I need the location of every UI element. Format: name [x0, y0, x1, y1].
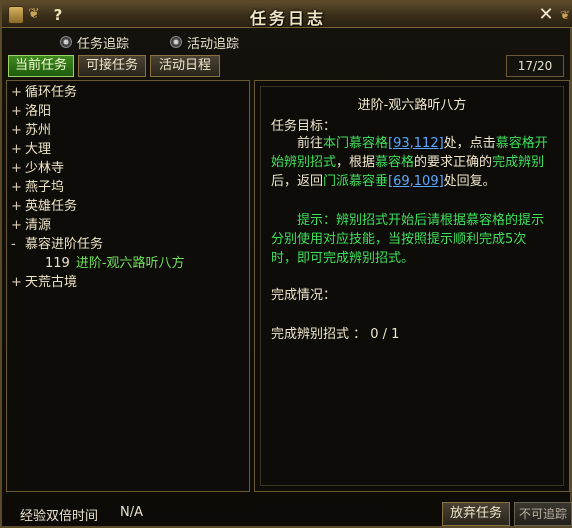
tree-item[interactable]: + 燕子坞: [11, 178, 64, 197]
tree-item-label: 洛阳: [25, 104, 52, 119]
tree-item[interactable]: - 慕容进阶任务: [11, 235, 103, 254]
expand-icon[interactable]: +: [11, 140, 25, 159]
coord-link[interactable]: [93,112]: [388, 136, 444, 151]
quest-tree-panel[interactable]: + 循环任务 + 洛阳 + 苏州 + 大理 + 少林寺 + 燕子坞 + 英雄任务 + 清源 -慕…: [6, 80, 250, 492]
hint-text: 提示：辨别招式开始后请根据慕容格的提示分别使用对应技能，当按照提示顺利完成5次时…: [271, 213, 545, 266]
npc-link[interactable]: 完成辨别: [492, 155, 544, 170]
tree-item-label: 大理: [25, 142, 52, 157]
quest-count: 17/20: [506, 55, 564, 77]
expand-icon[interactable]: +: [11, 216, 25, 235]
tree-item-label: 苏州: [25, 123, 52, 138]
tab-event-schedule[interactable]: 活动日程: [150, 55, 220, 77]
quest-detail-panel: 进阶-观六路听八方 任务目标： 前往本门慕容格[93,112]处，点击慕容格开始…: [254, 80, 570, 492]
window-title: 任务日志: [249, 9, 326, 28]
tree-item[interactable]: + 天荒古境: [11, 273, 77, 292]
exp-double-value: N/A: [120, 505, 143, 520]
npc-link[interactable]: 慕容格: [375, 155, 414, 170]
tree-item[interactable]: + 大理: [11, 140, 51, 159]
progress-label: 完成情况：: [271, 288, 337, 303]
tree-item-label: 循环任务: [25, 85, 78, 100]
quest-log-window: ❦ ? 任务日志 ✕ ❦ 任务追踪 活动追踪 当前任务 可接任务 活动日程 17…: [0, 0, 572, 528]
event-track-toggle[interactable]: 活动追踪: [170, 33, 240, 52]
close-icon[interactable]: ✕: [536, 4, 556, 26]
tree-item-label: 清源: [25, 218, 52, 233]
expand-icon[interactable]: +: [11, 159, 25, 178]
tab-current-quests[interactable]: 当前任务: [8, 55, 74, 77]
expand-icon[interactable]: +: [11, 273, 25, 292]
tree-item[interactable]: + 循环任务: [11, 83, 77, 102]
untrackable-button[interactable]: 不可追踪: [514, 502, 572, 526]
expand-icon[interactable]: +: [11, 83, 25, 102]
collapse-icon[interactable]: -: [11, 235, 25, 254]
quest-detail-title: 进阶-观六路听八方: [357, 98, 467, 113]
tree-subitem-selected[interactable]: 119 进阶-观六路听八方: [45, 254, 185, 273]
event-track-label: 活动追踪: [187, 36, 240, 52]
tab-available-quests[interactable]: 可接任务: [78, 55, 146, 77]
expand-icon[interactable]: +: [11, 178, 25, 197]
tree-item-label: 英雄任务: [25, 199, 78, 214]
expand-icon[interactable]: +: [11, 121, 25, 140]
expand-icon[interactable]: +: [11, 197, 25, 216]
tree-item-label: 慕容进阶任务: [25, 237, 104, 252]
goal-text: 前往本门慕容格[93,112]处，点击慕容格开始辨别招式，根据慕容格的要求正确的…: [271, 136, 548, 189]
quest-track-label: 任务追踪: [77, 36, 130, 52]
tree-item-label: 天荒古境: [25, 275, 78, 290]
npc-link[interactable]: 门派慕容垂: [323, 174, 388, 189]
tree-item[interactable]: + 英雄任务: [11, 197, 77, 216]
tree-item-label: 少林寺: [25, 161, 65, 176]
ornament-right-icon: ❦: [560, 8, 571, 22]
exp-double-label: 经验双倍时间: [20, 509, 99, 524]
tree-item-label: 燕子坞: [25, 180, 65, 195]
abandon-quest-button[interactable]: 放弃任务: [442, 502, 510, 526]
quest-detail-content: 进阶-观六路听八方 任务目标： 前往本门慕容格[93,112]处，点击慕容格开始…: [260, 86, 564, 486]
quest-level: 119: [45, 256, 70, 271]
tree-item[interactable]: + 洛阳: [11, 102, 51, 121]
expand-icon[interactable]: +: [11, 102, 25, 121]
quest-name: 进阶-观六路听八方: [75, 256, 185, 271]
tree-item[interactable]: + 少林寺: [11, 159, 64, 178]
radio-icon[interactable]: [60, 36, 72, 48]
radio-icon[interactable]: [170, 36, 182, 48]
coord-link[interactable]: [69,109]: [388, 174, 444, 189]
title-bar[interactable]: ❦ ? 任务日志 ✕ ❦: [2, 2, 572, 28]
tree-item[interactable]: + 苏州: [11, 121, 51, 140]
quest-track-toggle[interactable]: 任务追踪: [60, 33, 130, 52]
npc-link[interactable]: 本门慕容格: [323, 136, 388, 151]
tree-item[interactable]: + 清源: [11, 216, 51, 235]
progress-item: 完成辨别招式 ： 0 / 1: [271, 327, 400, 342]
goal-label: 任务目标：: [271, 119, 337, 134]
